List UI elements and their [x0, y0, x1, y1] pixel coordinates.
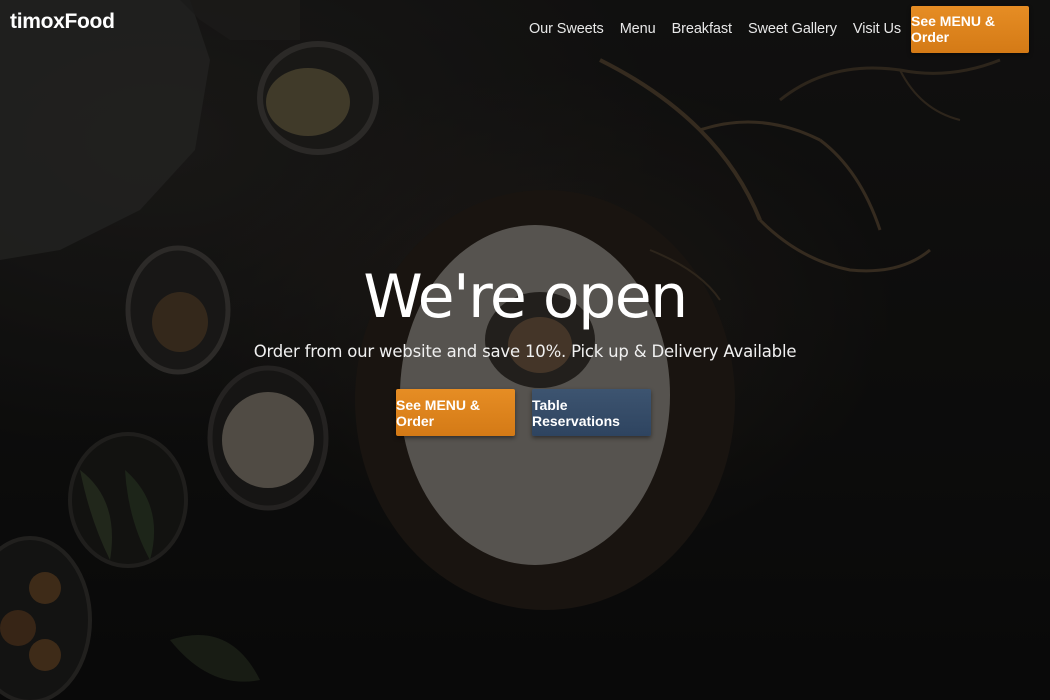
top-navbar: timoxFood Our Sweets Menu Breakfast Swee…	[0, 0, 1050, 56]
hero-headline: We're open	[363, 262, 688, 332]
nav-link-sweet-gallery[interactable]: Sweet Gallery	[748, 21, 837, 37]
nav-link-menu[interactable]: Menu	[620, 21, 656, 37]
nav-links: Our Sweets Menu Breakfast Sweet Gallery …	[513, 5, 1029, 53]
hero-cta-group: See MENU & Order Table Reservations	[396, 389, 651, 436]
brand-logo[interactable]: timoxFood	[10, 10, 115, 34]
nav-order-button[interactable]: See MENU & Order	[911, 5, 1029, 53]
nav-link-visit-us[interactable]: Visit Us	[853, 21, 901, 37]
nav-link-breakfast[interactable]: Breakfast	[672, 21, 732, 37]
nav-link-our-sweets[interactable]: Our Sweets	[529, 21, 604, 37]
order-button[interactable]: See MENU & Order	[396, 389, 515, 436]
hero-subheadline: Order from our website and save 10%. Pic…	[253, 342, 797, 361]
table-reservations-button[interactable]: Table Reservations	[532, 389, 651, 436]
